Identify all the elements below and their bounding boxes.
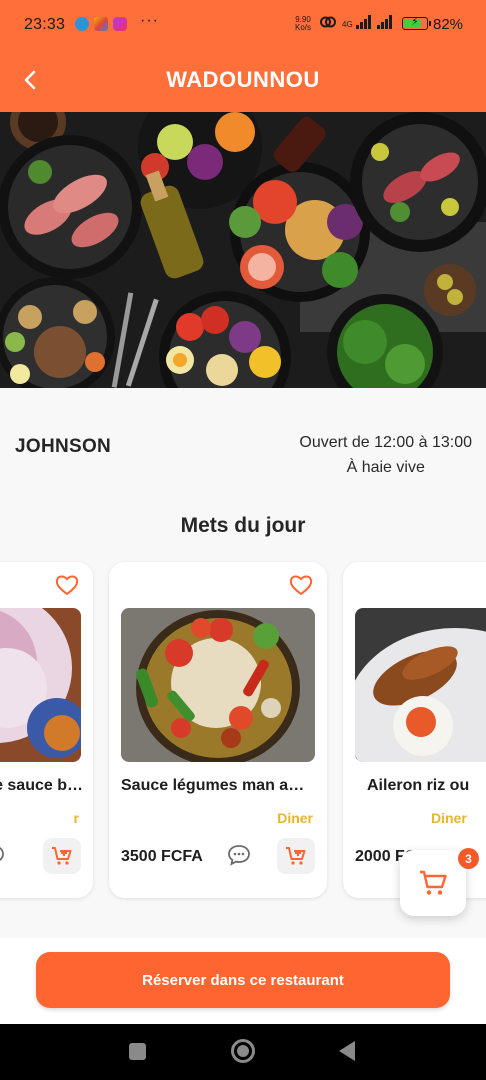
dish-category: Diner <box>277 810 313 826</box>
telegram-icon <box>75 17 89 31</box>
hotspot-icon <box>320 16 336 28</box>
cart-icon <box>420 870 447 895</box>
status-bar: 23:33 ··· 9.90 Ko/s 4G ⚡ 82% <box>0 0 486 50</box>
dish-image-chicken-wings[interactable] <box>355 608 486 762</box>
add-to-cart-button[interactable] <box>277 838 315 874</box>
restaurant-hero-image <box>0 112 486 388</box>
battery-charging-icon: ⚡ <box>402 16 431 30</box>
dish-card[interactable]: e sauce b… r <box>0 562 93 898</box>
network-speed: 9.90 Ko/s <box>295 16 311 32</box>
signal-icon-2 <box>376 15 392 29</box>
section-title: Mets du jour <box>180 514 306 537</box>
network-speed-unit: Ko/s <box>295 23 312 32</box>
network-type: 4G <box>342 20 353 29</box>
instagram-icon <box>113 17 127 31</box>
charging-bolt-icon: ⚡ <box>411 16 419 28</box>
heart-icon[interactable] <box>289 574 313 596</box>
dish-category: r <box>73 810 79 826</box>
cart-plus-icon <box>286 847 306 865</box>
dish-image-vegetable-sauce[interactable] <box>121 608 315 762</box>
notification-icons <box>75 17 127 31</box>
recent-apps-button[interactable] <box>129 1043 146 1060</box>
opening-hours: Ouvert de 12:00 à 13:00 À haie vive <box>299 434 472 477</box>
signal-group: 4G <box>320 15 392 29</box>
photos-icon <box>94 17 108 31</box>
add-to-cart-button[interactable] <box>43 838 81 874</box>
cart-plus-icon <box>52 847 72 865</box>
cart-count-badge: 3 <box>458 848 479 869</box>
app-bar: WADOUNNOU <box>0 50 486 112</box>
dishes-carousel[interactable]: e sauce b… r Sauce légumes man a… Diner … <box>0 560 486 900</box>
signal-icon <box>355 15 371 29</box>
reserve-button[interactable]: Réserver dans ce restaurant <box>36 952 450 1008</box>
floating-cart-button[interactable] <box>400 850 466 916</box>
dish-price: 3500 FCFA <box>121 848 203 865</box>
dish-name: Sauce légumes man a… <box>121 777 305 794</box>
dish-category: Diner <box>431 810 467 826</box>
hours-text: Ouvert de 12:00 à 13:00 <box>299 434 472 451</box>
address-text: À haie vive <box>346 459 425 476</box>
system-navigation-bar <box>0 1024 486 1080</box>
battery-percent: 82% <box>433 16 464 33</box>
home-button[interactable] <box>231 1039 255 1063</box>
comment-icon[interactable] <box>227 844 251 866</box>
status-time: 23:33 <box>24 16 66 33</box>
restaurant-screen: 23:33 ··· 9.90 Ko/s 4G ⚡ 82% WADOUNNOU J… <box>0 0 486 1080</box>
dish-name: Aileron riz ou <box>367 777 470 794</box>
restaurant-name: JOHNSON <box>15 436 112 457</box>
dish-image-coleslaw[interactable] <box>0 608 81 762</box>
food-spread-illustration <box>0 112 486 388</box>
more-notifications-icon: ··· <box>140 12 159 29</box>
comment-icon[interactable] <box>0 844 5 866</box>
heart-icon[interactable] <box>55 574 79 596</box>
page-title: WADOUNNOU <box>166 67 320 92</box>
back-nav-button[interactable] <box>339 1041 355 1061</box>
dish-card[interactable]: Sauce légumes man a… Diner 3500 FCFA <box>109 562 327 898</box>
dish-name: e sauce b… <box>0 777 83 794</box>
